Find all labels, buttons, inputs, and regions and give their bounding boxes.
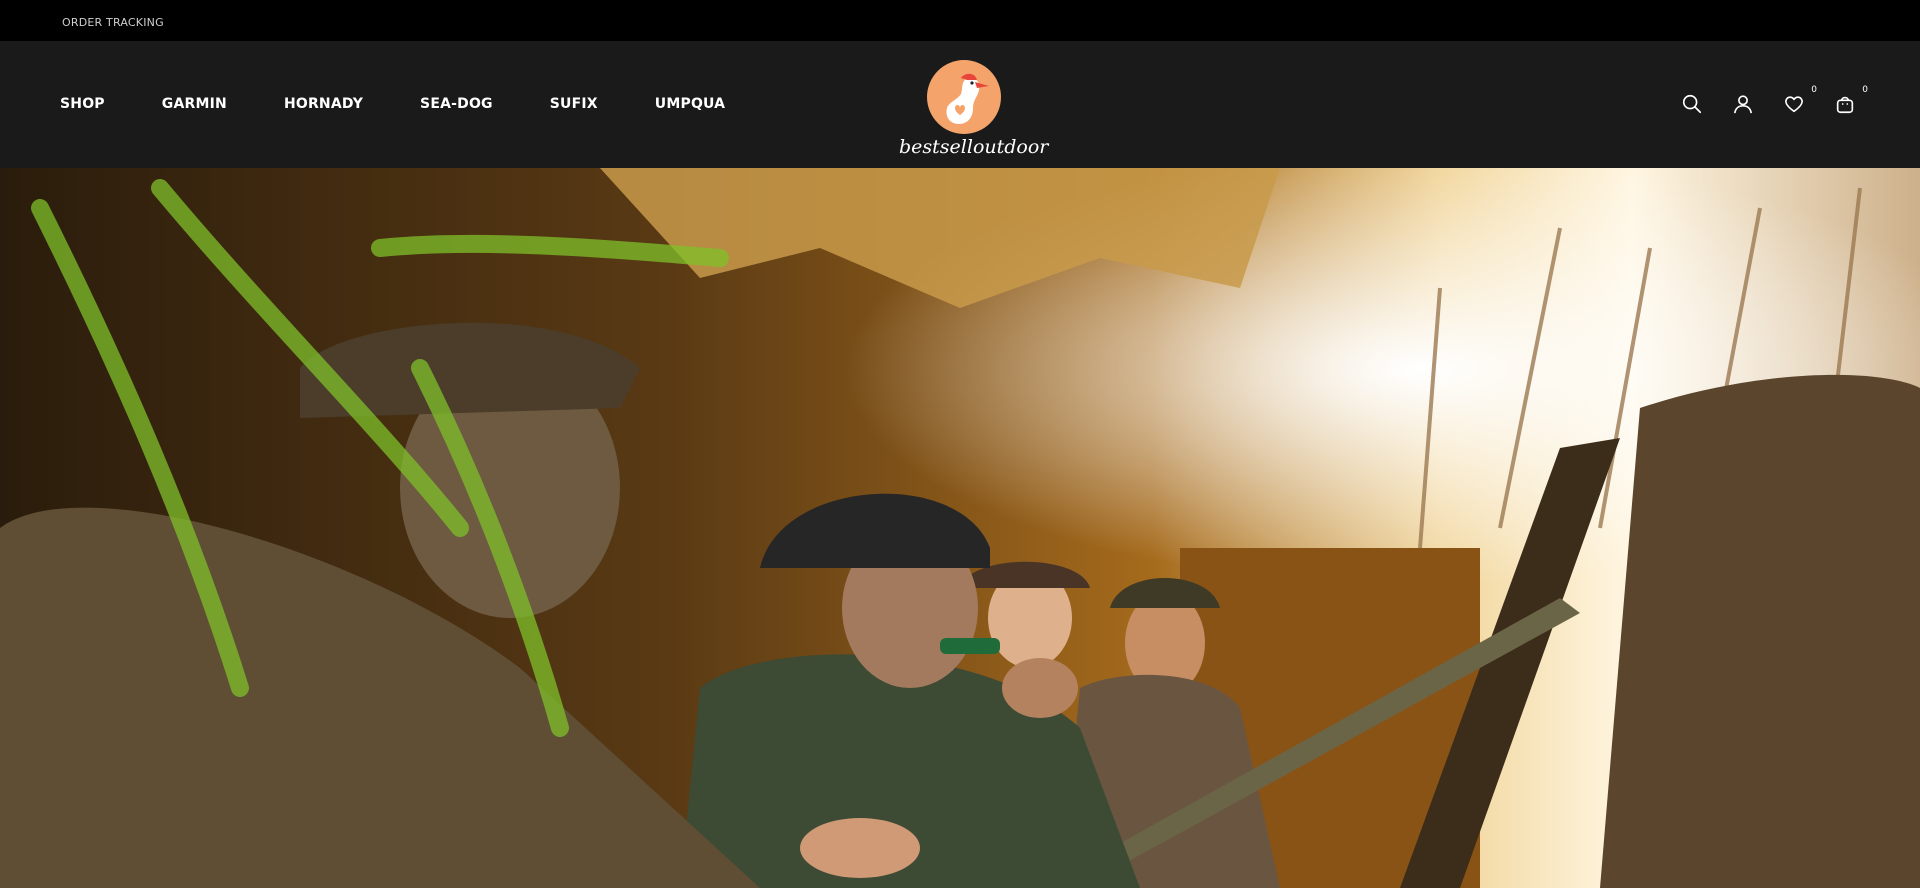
nav-item-umpqua[interactable]: UMPQUA (655, 96, 725, 112)
wishlist-button[interactable]: 0 (1783, 85, 1817, 117)
site-header: SHOP GARMIN HORNADY SEA-DOG SUFIX UMPQUA… (0, 41, 1920, 168)
bag-icon (1836, 96, 1854, 114)
hero-banner-image[interactable] (0, 168, 1920, 888)
nav-item-garmin[interactable]: GARMIN (162, 96, 227, 112)
logo-text: bestselloutdoor (899, 136, 1049, 158)
search-button[interactable] (1681, 93, 1705, 117)
cart-button[interactable]: 0 (1834, 85, 1868, 117)
hunters-in-duck-blind-photo (0, 168, 1920, 888)
wishlist-count-badge: 0 (1811, 85, 1817, 95)
order-tracking-link[interactable]: ORDER TRACKING (62, 16, 164, 29)
main-nav: SHOP GARMIN HORNADY SEA-DOG SUFIX UMPQUA (60, 96, 782, 112)
nav-item-sea-dog[interactable]: SEA-DOG (420, 96, 493, 112)
top-utility-bar: ORDER TRACKING (0, 0, 1920, 41)
header-icons: 0 0 (1654, 85, 1868, 117)
heart-icon (1785, 96, 1803, 113)
search-icon (1682, 94, 1702, 114)
nav-item-hornady[interactable]: HORNADY (284, 96, 363, 112)
nav-item-sufix[interactable]: SUFIX (550, 96, 598, 112)
logo-stork-icon (927, 60, 1001, 134)
user-icon (1733, 95, 1753, 114)
account-button[interactable] (1732, 93, 1756, 117)
cart-count-badge: 0 (1862, 85, 1868, 95)
site-logo[interactable]: bestselloutdoor (899, 59, 1049, 164)
nav-item-shop[interactable]: SHOP (60, 96, 105, 112)
